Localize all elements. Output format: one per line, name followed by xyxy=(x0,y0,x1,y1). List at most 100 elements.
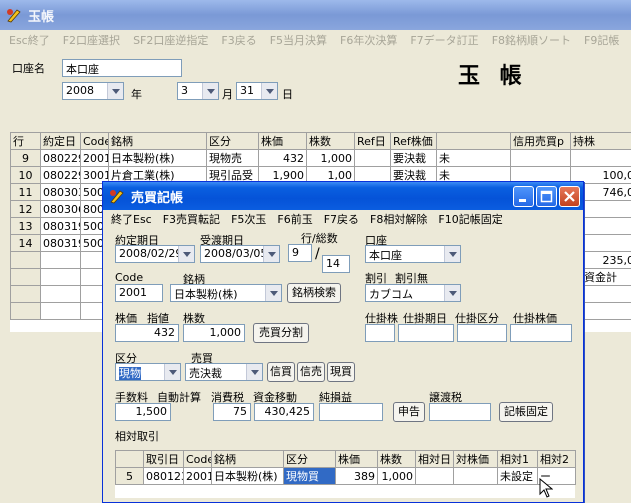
cash-buy-button[interactable]: 現買 xyxy=(327,362,355,382)
col-header[interactable]: 株価 xyxy=(335,450,378,468)
dlg-menu-back[interactable]: F7戻る xyxy=(324,211,359,227)
row-number-field[interactable]: 9 xyxy=(288,244,312,262)
open-type-field[interactable] xyxy=(457,324,507,342)
col-header[interactable]: 区分 xyxy=(283,450,336,468)
trade-type-select[interactable]: 売決裁 xyxy=(185,363,263,381)
total-count-field[interactable]: 14 xyxy=(322,255,350,273)
col-header[interactable]: 相対1 xyxy=(497,450,538,468)
cell[interactable] xyxy=(40,285,81,303)
col-header[interactable]: 銘柄 xyxy=(211,450,284,468)
cell[interactable] xyxy=(415,467,454,485)
maximize-icon[interactable] xyxy=(536,186,557,207)
chevron-down-icon[interactable] xyxy=(265,285,281,301)
trade-date-select[interactable]: 2008/02/29 xyxy=(115,245,195,263)
cell[interactable]: 未 xyxy=(436,149,511,167)
col-header[interactable]: Code xyxy=(183,450,212,468)
col-header[interactable] xyxy=(436,132,511,150)
net-profit-field[interactable] xyxy=(319,403,383,421)
account-select-dlg[interactable]: 本口座 xyxy=(365,245,461,263)
type-select[interactable]: 現物 xyxy=(115,363,181,381)
dlg-menu-fix-record[interactable]: F10記帳固定 xyxy=(438,211,502,227)
cell[interactable]: 080303 xyxy=(40,183,81,201)
close-icon[interactable] xyxy=(559,186,580,207)
row-number[interactable]: 11 xyxy=(10,183,41,201)
chevron-down-icon[interactable] xyxy=(246,364,262,380)
col-header[interactable]: 相対2 xyxy=(537,450,576,468)
col-header[interactable] xyxy=(115,450,144,468)
cell[interactable]: 080229 xyxy=(40,166,81,184)
account-name-field[interactable]: 本口座 xyxy=(62,59,182,77)
cell[interactable]: 1,000 xyxy=(377,467,416,485)
month-select[interactable]: 3 xyxy=(177,82,219,100)
col-header[interactable]: 信用売買p xyxy=(510,132,571,150)
open-price2-field[interactable] xyxy=(510,324,572,342)
dlg-menu-transfer[interactable]: F3売買転記 xyxy=(163,211,220,227)
cell[interactable]: 日本製粉(株) xyxy=(108,149,207,167)
menu-yearly-close[interactable]: F6年次決算 xyxy=(340,32,397,48)
col-header[interactable]: 株価 xyxy=(258,132,307,150)
chevron-down-icon[interactable] xyxy=(107,83,123,99)
consumption-tax-field[interactable]: 75 xyxy=(213,403,251,421)
quantity-field[interactable]: 1,000 xyxy=(183,324,245,342)
dlg-menu-release-pair[interactable]: F8相対解除 xyxy=(370,211,427,227)
col-header[interactable]: Code xyxy=(80,132,109,150)
row-number[interactable] xyxy=(10,268,41,286)
row-number[interactable] xyxy=(10,251,41,269)
col-header[interactable]: 相対日 xyxy=(415,450,454,468)
open-date-field[interactable] xyxy=(398,324,454,342)
dlg-menu-prev[interactable]: F6前玉 xyxy=(277,211,312,227)
chevron-down-icon[interactable] xyxy=(263,246,279,262)
cell[interactable]: 432 xyxy=(258,149,307,167)
price-field[interactable]: 432 xyxy=(115,324,179,342)
menu-sort-by-stock[interactable]: F8銘柄順ソート xyxy=(492,32,571,48)
cell[interactable] xyxy=(40,302,81,320)
fix-record-button[interactable]: 記帳固定 xyxy=(499,402,553,422)
menu-record[interactable]: F9記帳 xyxy=(584,32,619,48)
chevron-down-icon[interactable] xyxy=(444,285,460,301)
cell[interactable]: 2001 xyxy=(183,467,212,485)
menu-esc-exit[interactable]: Esc終了 xyxy=(9,32,50,48)
cell[interactable]: 1,000 xyxy=(306,149,355,167)
margin-sell-button[interactable]: 信売 xyxy=(297,362,325,382)
fee-field[interactable]: 1,500 xyxy=(115,403,171,421)
chevron-down-icon[interactable] xyxy=(444,246,460,262)
cell[interactable] xyxy=(40,268,81,286)
cell[interactable]: 現物売 xyxy=(206,149,259,167)
col-header[interactable]: 銘柄 xyxy=(108,132,207,150)
cell[interactable]: 080229 xyxy=(40,149,81,167)
col-header[interactable]: 取引日 xyxy=(143,450,184,468)
chevron-down-icon[interactable] xyxy=(178,246,194,262)
cell[interactable] xyxy=(570,149,631,167)
col-header[interactable]: 対株価 xyxy=(453,450,498,468)
col-header[interactable]: 持株 xyxy=(570,132,631,150)
dlg-menu-exit[interactable]: 終了Esc xyxy=(111,211,152,227)
cell[interactable]: 080306 xyxy=(40,200,81,218)
cell[interactable] xyxy=(453,467,498,485)
row-number[interactable]: 9 xyxy=(10,149,41,167)
menu-monthly-close[interactable]: F5当月決算 xyxy=(270,32,327,48)
row-number[interactable]: 5 xyxy=(115,467,144,485)
row-number[interactable]: 14 xyxy=(10,234,41,252)
row-number[interactable] xyxy=(10,302,41,320)
row-number[interactable]: 12 xyxy=(10,200,41,218)
col-header[interactable]: Ref株価 xyxy=(390,132,437,150)
menu-reverse-account[interactable]: SF2口座逆指定 xyxy=(133,32,208,48)
delivery-date-select[interactable]: 2008/03/05 xyxy=(200,245,280,263)
cell[interactable]: 080123 xyxy=(143,467,184,485)
col-header[interactable]: 株数 xyxy=(306,132,355,150)
code-field[interactable]: 2001 xyxy=(115,284,163,302)
stock-search-button[interactable]: 銘柄検索 xyxy=(287,283,341,303)
cell[interactable] xyxy=(354,149,391,167)
fund-transfer-field[interactable]: 430,425 xyxy=(254,403,314,421)
cell[interactable]: 080319 xyxy=(40,234,81,252)
year-select[interactable]: 2008 xyxy=(62,82,124,100)
broker-select[interactable]: カブコム xyxy=(365,284,461,302)
declare-button[interactable]: 申告 xyxy=(393,402,425,422)
cell[interactable] xyxy=(510,149,571,167)
cell[interactable]: 389 xyxy=(335,467,378,485)
chevron-down-icon[interactable] xyxy=(261,83,277,99)
transfer-tax-field[interactable] xyxy=(429,403,491,421)
trade-split-button[interactable]: 売買分割 xyxy=(253,323,309,343)
table-row[interactable]: 5 080123 2001 日本製粉(株) 現物買 389 1,000 未設定 … xyxy=(115,467,576,485)
open-price-field[interactable] xyxy=(365,324,395,342)
